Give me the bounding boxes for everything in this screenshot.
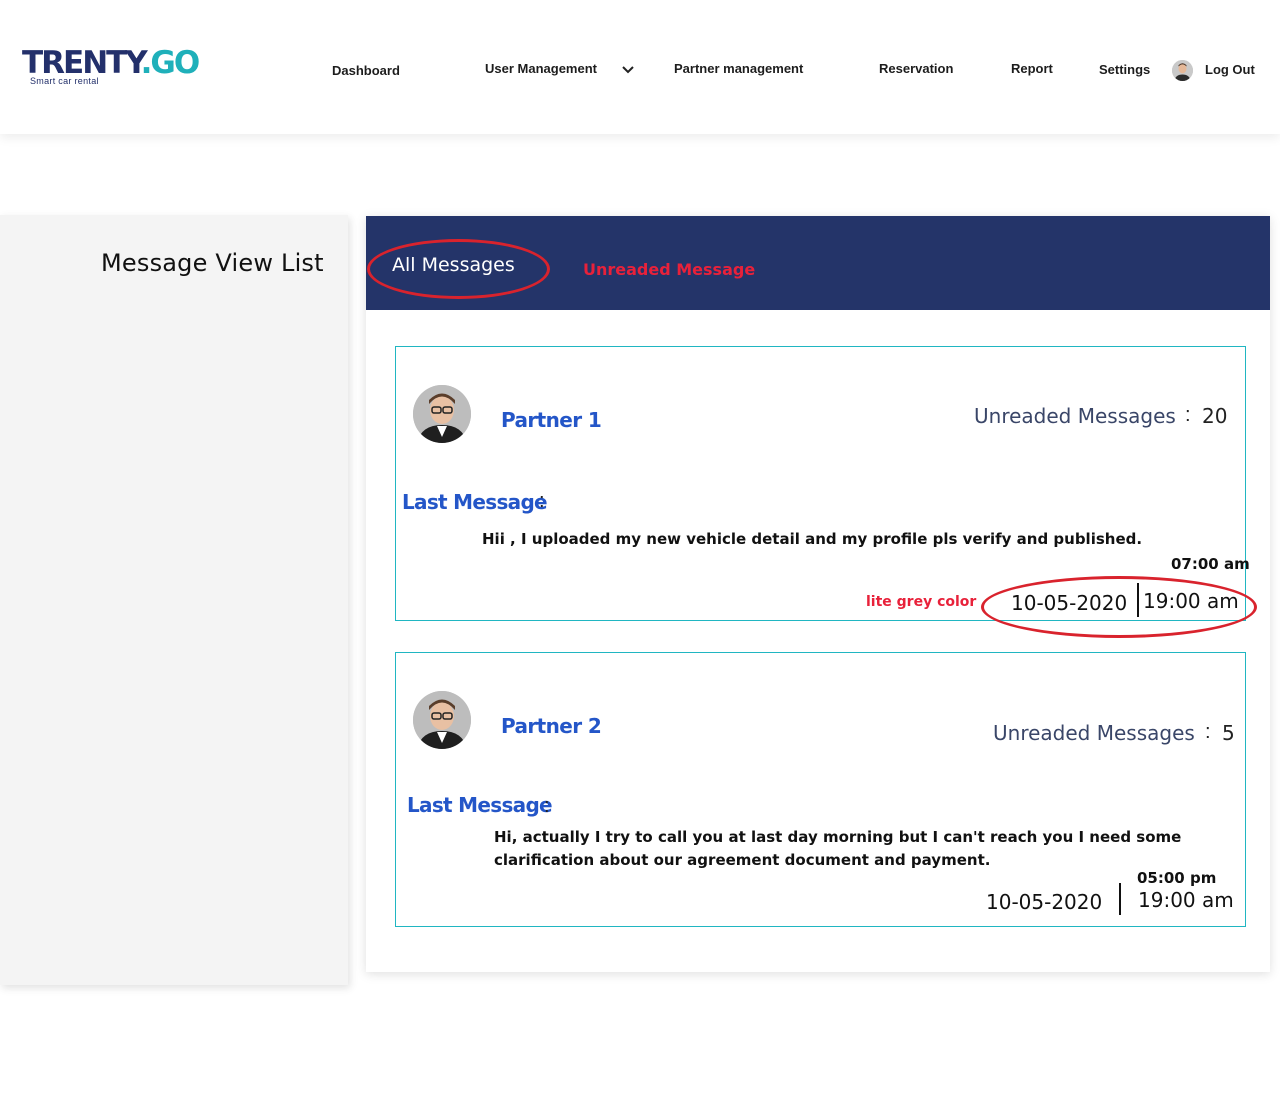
tab-all-messages[interactable]: All Messages [392,254,515,276]
unread-count: 20 [1202,404,1228,428]
tab-bar: All Messages Unreaded Message [366,216,1270,310]
small-time: 05:00 pm [1137,869,1217,887]
unread-label: Unreaded Messages [974,404,1176,428]
partner-avatar-icon [413,385,471,443]
partner-avatar [413,691,471,749]
message-text-line-1: Hi, actually I try to call you at last d… [494,828,1182,846]
nav-partner-management[interactable]: Partner management [674,59,803,79]
nav-reservation[interactable]: Reservation [879,59,953,79]
annotation-note: lite grey color [866,594,977,610]
nav-logout[interactable]: Log Out [1205,60,1255,80]
last-message-label: Last Message [402,490,548,514]
logo-tagline: Smart car rental [30,76,99,86]
user-avatar[interactable] [1172,60,1193,81]
unread-separator: : [1205,721,1211,743]
sidebar-title: Message View List [101,249,324,277]
message-time: 19:00 am [1143,589,1239,613]
nav-user-management[interactable]: User Management [485,59,597,79]
nav-settings[interactable]: Settings [1099,60,1150,80]
nav-dashboard[interactable]: Dashboard [332,61,400,81]
unread-count: 5 [1222,721,1235,745]
message-card[interactable]: Partner 1 Unreaded Messages : 20 Last Me… [395,346,1250,621]
message-card[interactable]: Partner 2 Unreaded Messages : 5 Last Mes… [395,652,1246,927]
partner-avatar-icon [413,691,471,749]
user-avatar-icon [1172,60,1193,81]
partner-name[interactable]: Partner 1 [501,408,602,432]
last-message-colon: : [544,795,550,817]
top-header: TRENTY.GO Smart car rental Dashboard Use… [0,0,1280,134]
chevron-down-icon[interactable] [620,62,636,78]
tab-unread-message[interactable]: Unreaded Message [583,260,755,279]
date-time-divider [1137,583,1139,617]
last-message-label: Last Message [407,793,553,817]
last-message-colon: : [539,490,545,512]
unread-label: Unreaded Messages [993,721,1195,745]
brand-logo[interactable]: TRENTY.GO Smart car rental [22,44,212,90]
message-text-line-2: clarification about our agreement docume… [494,851,991,869]
sidebar: Message View List [0,215,348,985]
message-time: 19:00 am [1138,888,1234,912]
message-text: Hii , I uploaded my new vehicle detail a… [482,530,1143,548]
small-time: 07:00 am [1171,555,1250,573]
message-date: 10-05-2020 [1011,591,1128,615]
partner-name[interactable]: Partner 2 [501,714,602,738]
date-time-divider [1119,883,1121,915]
nav-report[interactable]: Report [1011,59,1053,79]
partner-avatar [413,385,471,443]
message-date: 10-05-2020 [986,890,1103,914]
unread-separator: : [1185,404,1191,426]
